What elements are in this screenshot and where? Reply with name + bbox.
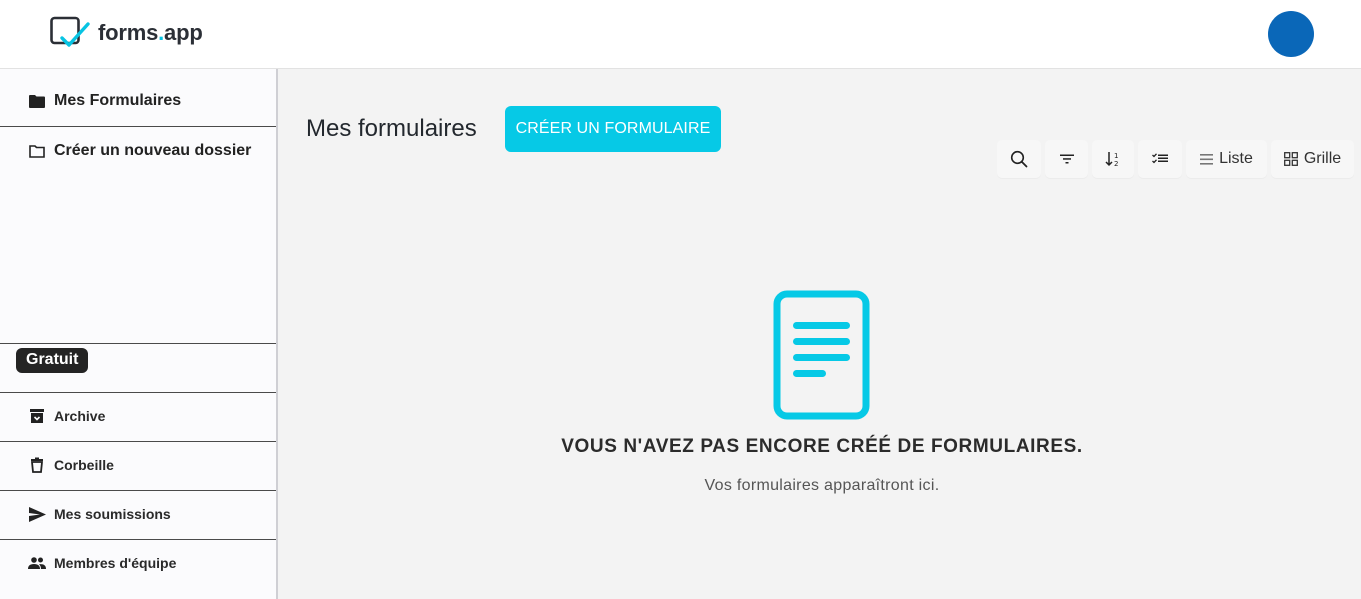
page-title: Mes formulaires (306, 115, 477, 142)
sort-button[interactable]: 12 (1092, 140, 1134, 178)
grid-icon (1283, 152, 1298, 166)
sidebar-item-mes-formulaires[interactable]: Mes Formulaires (0, 89, 276, 113)
divider (0, 126, 276, 127)
empty-state-subtitle: Vos formulaires apparaîtront ici. (704, 477, 940, 494)
logo-text: forms.app (98, 20, 203, 45)
list-icon (1200, 153, 1214, 165)
logo[interactable]: forms.app (50, 16, 203, 50)
sidebar: Mes Formulaires Créer un nouveau dossier… (0, 69, 278, 599)
sidebar-item-membres-equipe[interactable]: Membres d'équipe (0, 552, 276, 574)
sidebar-item-label: Corbeille (54, 457, 114, 473)
grid-view-label: Grille (1303, 150, 1342, 167)
create-form-button[interactable]: CRÉER UN FORMULAIRE (505, 106, 721, 152)
search-button[interactable] (997, 140, 1041, 178)
sidebar-item-mes-soumissions[interactable]: Mes soumissions (0, 503, 276, 525)
divider (0, 539, 276, 540)
sidebar-item-new-folder[interactable]: Créer un nouveau dossier (0, 139, 276, 163)
forms-app-logo-icon (50, 16, 90, 47)
folder-filled-icon (28, 92, 46, 110)
folder-outline-icon (28, 142, 46, 160)
sidebar-item-label: Créer un nouveau dossier (54, 142, 252, 159)
svg-text:1: 1 (1114, 152, 1118, 160)
people-icon (28, 554, 46, 572)
avatar[interactable] (1268, 11, 1314, 57)
sort-icon: 12 (1105, 152, 1118, 167)
sidebar-item-archive[interactable]: Archive (0, 405, 276, 427)
document-icon (773, 290, 870, 420)
select-button[interactable] (1138, 140, 1182, 178)
archive-icon (28, 407, 46, 425)
filter-button[interactable] (1045, 140, 1088, 178)
divider (0, 441, 276, 442)
divider (0, 490, 276, 491)
filter-icon (1059, 154, 1074, 164)
sidebar-item-label: Mes soumissions (54, 506, 171, 522)
divider (0, 343, 276, 344)
sidebar-item-corbeille[interactable]: Corbeille (0, 454, 276, 476)
svg-text:2: 2 (1114, 160, 1118, 167)
sidebar-item-label: Membres d'équipe (54, 555, 177, 571)
empty-state-title: VOUS N'AVEZ PAS ENCORE CRÉÉ DE FORMULAIR… (561, 436, 1083, 457)
checklist-icon (1152, 153, 1168, 164)
sidebar-item-label: Mes Formulaires (54, 92, 182, 109)
list-view-button[interactable]: Liste (1186, 140, 1267, 178)
top-bar: forms.app (0, 0, 1361, 69)
send-icon (28, 505, 46, 523)
trash-icon (28, 456, 46, 474)
search-icon (1010, 150, 1028, 168)
grid-view-button[interactable]: Grille (1271, 140, 1354, 178)
sidebar-item-label: Archive (54, 408, 106, 424)
plan-badge: Gratuit (16, 348, 89, 373)
divider (0, 392, 276, 393)
list-view-label: Liste (1219, 150, 1253, 167)
